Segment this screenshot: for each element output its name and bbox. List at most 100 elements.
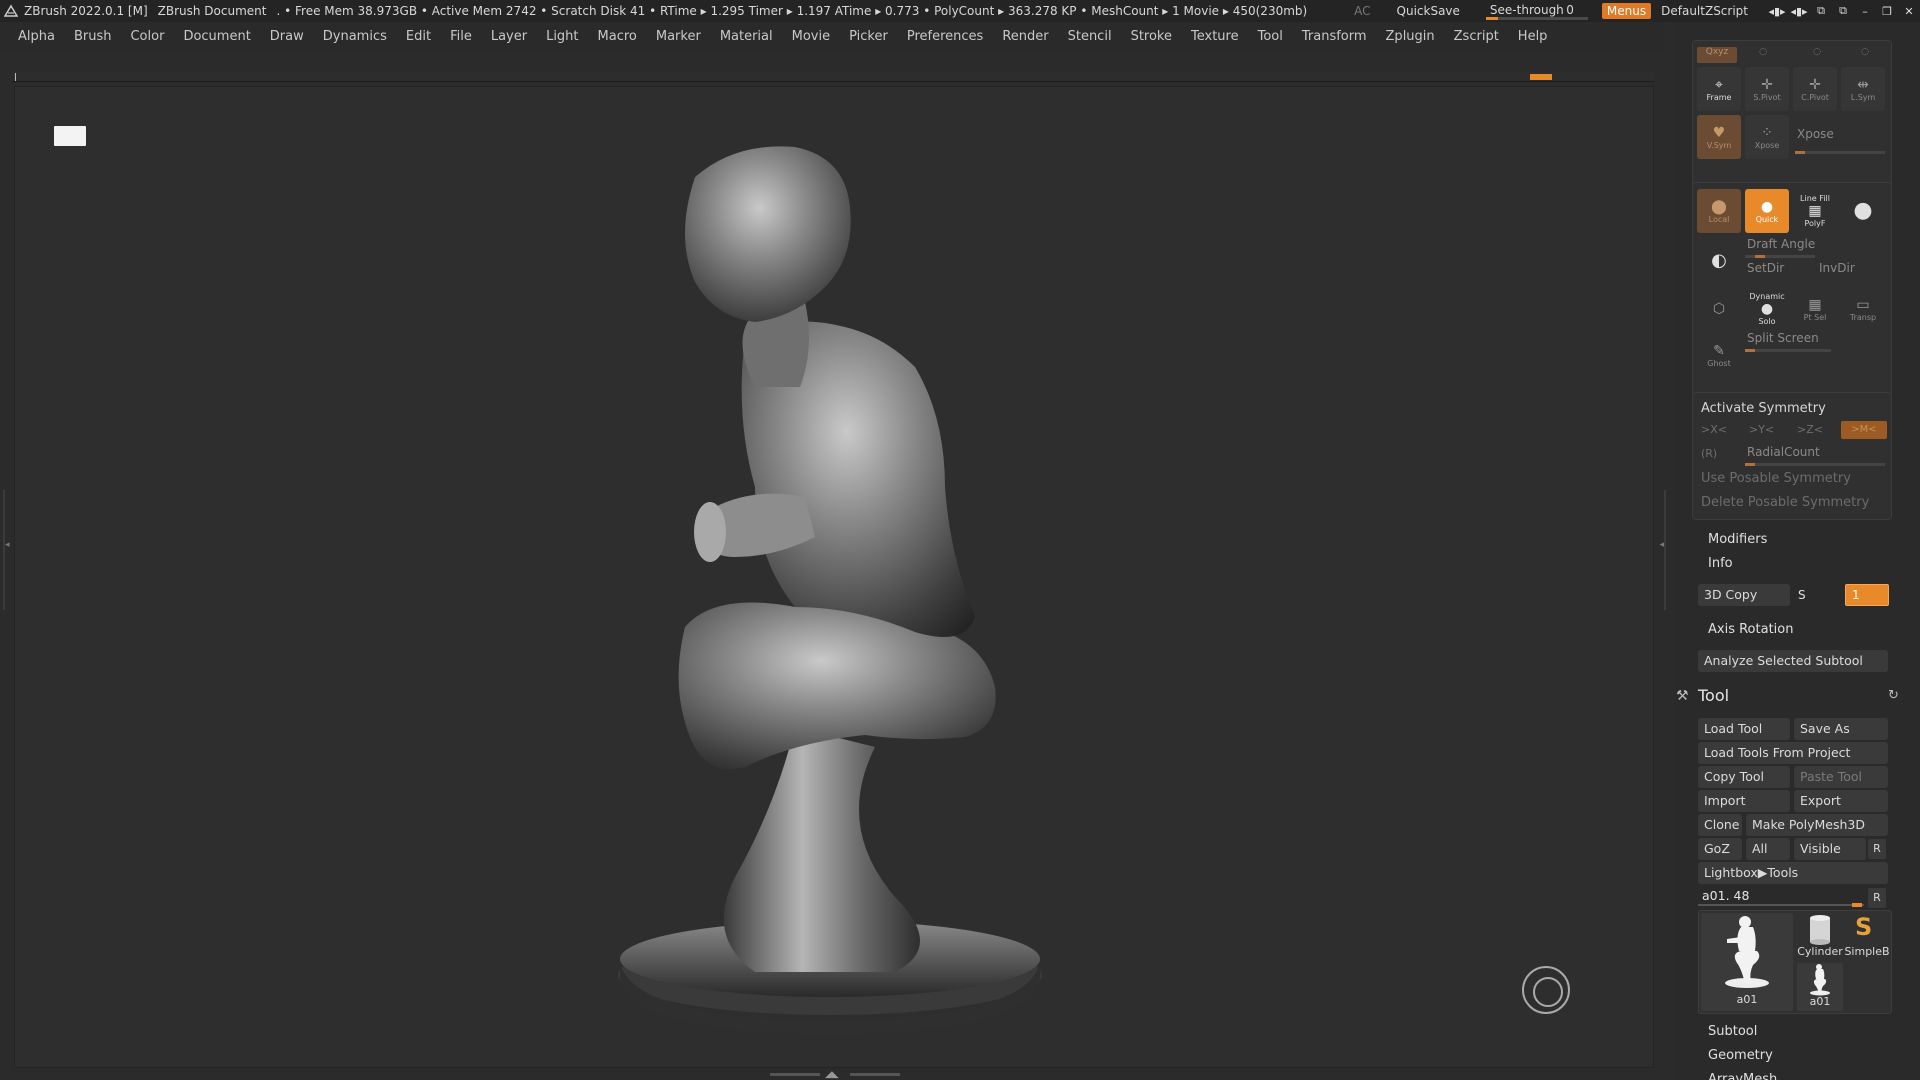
- menu-draw[interactable]: Draw: [270, 29, 304, 44]
- goz-visible-button[interactable]: Visible: [1794, 838, 1866, 860]
- restore-icon[interactable]: ❐: [1876, 5, 1898, 18]
- clone-button[interactable]: Clone: [1698, 814, 1742, 836]
- spivot-button[interactable]: ✛ S.Pivot: [1745, 67, 1789, 111]
- solo-button[interactable]: Dynamic ● Solo: [1745, 287, 1789, 331]
- menu-render[interactable]: Render: [1002, 29, 1048, 44]
- sym-r-button[interactable]: (R): [1701, 447, 1717, 465]
- persp-cube-button[interactable]: ⬡: [1697, 287, 1741, 331]
- menu-file[interactable]: File: [450, 29, 472, 44]
- sym-m-button[interactable]: >M<: [1841, 421, 1887, 439]
- local-button[interactable]: ⬤ Local: [1697, 189, 1741, 233]
- minimize-icon[interactable]: –: [1854, 5, 1876, 18]
- copy-tool-button[interactable]: Copy Tool: [1698, 766, 1790, 788]
- setdir-button[interactable]: SetDir: [1747, 261, 1784, 275]
- activate-symmetry-button[interactable]: Activate Symmetry: [1701, 401, 1826, 416]
- navigation-orbit-icon[interactable]: [1522, 966, 1570, 1014]
- modifiers-header[interactable]: Modifiers: [1708, 532, 1767, 547]
- goz-button[interactable]: GoZ: [1698, 838, 1742, 860]
- invdir-button[interactable]: InvDir: [1819, 261, 1855, 275]
- import-button[interactable]: Import: [1698, 790, 1790, 812]
- subtool-header[interactable]: Subtool: [1708, 1024, 1757, 1039]
- tray-right-icon[interactable]: ◂▮▸: [1788, 5, 1810, 18]
- geometry-header[interactable]: Geometry: [1708, 1048, 1773, 1063]
- right-tray-handle[interactable]: ◂: [1659, 490, 1666, 610]
- thumb-a01-small[interactable]: a01: [1797, 963, 1843, 1011]
- export-button[interactable]: Export: [1794, 790, 1888, 812]
- save-as-button[interactable]: Save As: [1794, 718, 1888, 740]
- menu-document[interactable]: Document: [183, 29, 250, 44]
- material-sphere-button[interactable]: ●: [1841, 189, 1885, 233]
- menu-preferences[interactable]: Preferences: [907, 29, 983, 44]
- layout-b-icon[interactable]: ⧉: [1832, 4, 1854, 18]
- y-axis-icon[interactable]: ◌: [1797, 47, 1837, 63]
- menu-zscript[interactable]: Zscript: [1454, 29, 1499, 44]
- thumb-simpleb[interactable]: S SimpleB: [1843, 913, 1891, 959]
- bottom-tray-handle[interactable]: ◢◣: [770, 1070, 900, 1080]
- default-zscript-button[interactable]: DefaultZScript: [1661, 4, 1748, 18]
- menu-help[interactable]: Help: [1518, 29, 1548, 44]
- zbrush-logo-icon[interactable]: [2, 2, 20, 20]
- split-screen-track[interactable]: [1745, 349, 1831, 352]
- frame-button[interactable]: ⌖ Frame: [1697, 67, 1741, 111]
- vsym-button[interactable]: ♥ V.Sym: [1697, 115, 1741, 159]
- xpose-slider-track[interactable]: [1795, 151, 1885, 154]
- quicksave-button[interactable]: QuickSave: [1397, 4, 1460, 18]
- axis-rotation-header[interactable]: Axis Rotation: [1708, 622, 1793, 637]
- draft-toggle-button[interactable]: ◐: [1697, 239, 1741, 283]
- xpose-button[interactable]: ⁘ Xpose: [1745, 115, 1789, 159]
- qxyz-button[interactable]: Qxyz: [1697, 47, 1737, 63]
- tool-panel-title[interactable]: Tool: [1698, 686, 1729, 705]
- x-axis-icon[interactable]: ◌: [1743, 47, 1783, 63]
- info-header[interactable]: Info: [1708, 556, 1733, 571]
- ptsel-button[interactable]: ▦ Pt Sel: [1793, 287, 1837, 331]
- menu-zplugin[interactable]: Zplugin: [1386, 29, 1435, 44]
- see-through-knob[interactable]: [1485, 17, 1498, 20]
- sym-x-button[interactable]: >X<: [1701, 423, 1727, 441]
- z-axis-icon[interactable]: ◌: [1845, 47, 1885, 63]
- menus-toggle-button[interactable]: Menus: [1601, 3, 1652, 19]
- split-screen-knob[interactable]: [1745, 349, 1755, 352]
- left-tray-handle[interactable]: ◂: [3, 490, 10, 610]
- menu-texture[interactable]: Texture: [1191, 29, 1239, 44]
- draft-angle-knob[interactable]: [1755, 255, 1765, 258]
- menu-brush[interactable]: Brush: [74, 29, 112, 44]
- layout-a-icon[interactable]: ⧉: [1810, 4, 1832, 18]
- quick-button[interactable]: ● Quick: [1745, 189, 1789, 233]
- menu-material[interactable]: Material: [720, 29, 773, 44]
- timeline-marker[interactable]: [1530, 74, 1552, 80]
- menu-light[interactable]: Light: [546, 29, 578, 44]
- current-tool-knob[interactable]: [1852, 903, 1862, 907]
- sym-y-button[interactable]: >Y<: [1749, 423, 1774, 441]
- menu-edit[interactable]: Edit: [406, 29, 431, 44]
- arraymesh-header[interactable]: ArrayMesh: [1708, 1072, 1777, 1080]
- copy-count-input[interactable]: 1: [1845, 584, 1889, 606]
- menu-color[interactable]: Color: [130, 29, 164, 44]
- goz-r-button[interactable]: R: [1868, 839, 1886, 859]
- timeline-track[interactable]: [12, 72, 1654, 82]
- load-tools-from-project-button[interactable]: Load Tools From Project: [1698, 742, 1888, 764]
- menu-macro[interactable]: Macro: [598, 29, 637, 44]
- menu-stroke[interactable]: Stroke: [1131, 29, 1172, 44]
- menu-picker[interactable]: Picker: [849, 29, 888, 44]
- lsym-button[interactable]: ⇹ L.Sym: [1841, 67, 1885, 111]
- sym-z-button[interactable]: >Z<: [1797, 423, 1823, 441]
- thumb-a01-main[interactable]: a01: [1701, 913, 1793, 1011]
- transp-button[interactable]: ▭ Transp: [1841, 287, 1885, 331]
- menu-stencil[interactable]: Stencil: [1068, 29, 1112, 44]
- ghost-button[interactable]: ✎ Ghost: [1697, 333, 1741, 377]
- cpivot-button[interactable]: ✛ C.Pivot: [1793, 67, 1837, 111]
- menu-layer[interactable]: Layer: [491, 29, 527, 44]
- menu-tool[interactable]: Tool: [1258, 29, 1283, 44]
- menu-marker[interactable]: Marker: [656, 29, 701, 44]
- load-tool-button[interactable]: Load Tool: [1698, 718, 1790, 740]
- lightbox-tools-button[interactable]: Lightbox▶Tools: [1698, 862, 1888, 884]
- xpose-slider-knob[interactable]: [1795, 151, 1805, 154]
- reset-icon[interactable]: ↻: [1888, 688, 1899, 703]
- use-posable-symmetry-button[interactable]: Use Posable Symmetry: [1701, 471, 1851, 486]
- menu-movie[interactable]: Movie: [792, 29, 830, 44]
- tray-left-icon[interactable]: ◂▮▸: [1766, 5, 1788, 18]
- ac-button[interactable]: AC: [1354, 4, 1370, 18]
- menu-transform[interactable]: Transform: [1302, 29, 1367, 44]
- canvas-viewport[interactable]: [14, 86, 1654, 1068]
- 3d-copy-button[interactable]: 3D Copy: [1698, 584, 1790, 606]
